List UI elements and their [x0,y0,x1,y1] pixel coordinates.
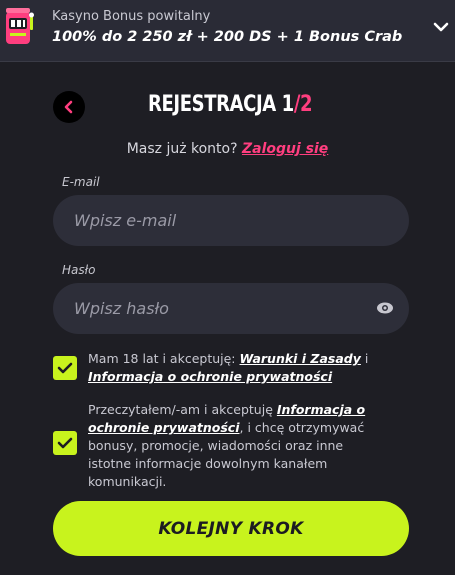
password-label: Hasło [62,263,96,277]
consent-age-mid: i [360,351,369,366]
consent-marketing-checkbox[interactable] [53,431,77,455]
terms-link[interactable]: Warunki i Zasady [240,351,361,366]
privacy-link[interactable]: Informacja o ochronie prywatności [88,369,332,384]
consent-age-text: Mam 18 lat i akceptuję: Warunki i Zasady… [88,350,378,386]
title-total: /2 [293,92,313,117]
checkmark-icon [57,437,73,449]
page-title: REJESTRACJA 1/2 [148,92,313,117]
password-input[interactable] [53,283,409,334]
consent-age-checkbox[interactable] [53,356,77,380]
email-label: E-mail [62,175,100,189]
checkmark-icon [57,362,73,374]
eye-icon[interactable] [376,301,394,315]
banner-offer: 100% do 2 250 zł + 200 DS + 1 Bonus Crab [52,29,403,45]
login-prompt-row: Masz już konto? Zaloguj się [0,141,455,157]
slot-machine-icon [6,8,34,44]
email-input[interactable] [53,195,409,246]
chevron-down-icon[interactable] [432,20,450,34]
consent-marketing-prefix: Przeczytałem/-am i akceptuję [88,402,277,417]
title-step: 1 [281,92,295,117]
back-button[interactable] [53,91,85,123]
login-prompt: Masz już konto? [126,141,242,157]
title-text: REJESTRACJA [148,92,282,117]
next-step-button[interactable]: KOLEJNY KROK [53,501,409,556]
banner-subtitle: Kasyno Bonus powitalny [52,9,211,24]
consent-marketing-text: Przeczytałem/-am i akceptuję Informacja … [88,401,378,491]
login-link[interactable]: Zaloguj się [242,141,328,157]
consent-age-prefix: Mam 18 lat i akceptuję: [88,351,240,366]
bonus-banner[interactable]: Kasyno Bonus powitalny 100% do 2 250 zł … [0,0,455,62]
chevron-left-icon [64,100,73,114]
